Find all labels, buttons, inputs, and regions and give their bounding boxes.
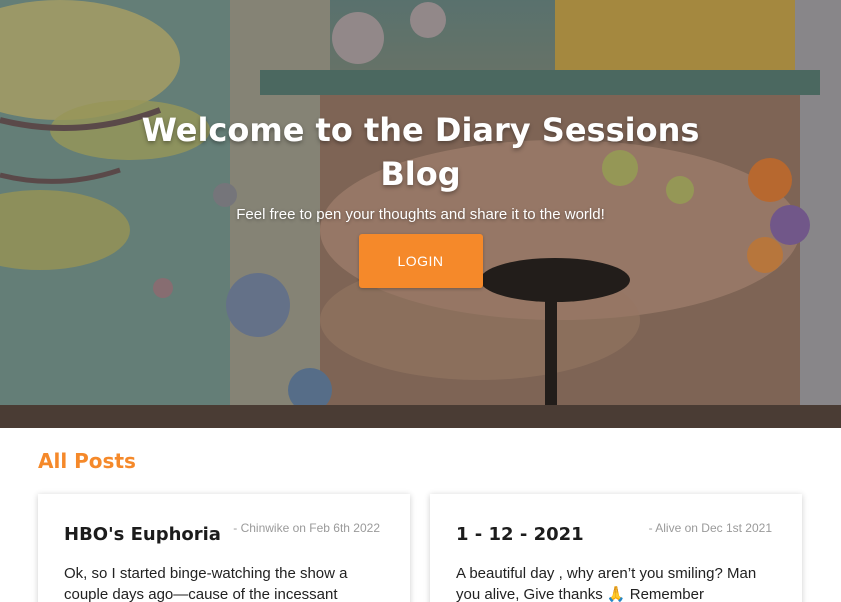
section-title: All Posts xyxy=(38,449,136,473)
hero-title: Welcome to the Diary Sessions Blog xyxy=(141,111,700,193)
posts-section: All Posts - Chinwike on Feb 6th 2022 HBO… xyxy=(0,428,841,602)
post-excerpt: A beautiful day , why aren’t you smiling… xyxy=(456,565,757,602)
hero-subtitle: Feel free to pen your thoughts and share… xyxy=(236,206,605,223)
post-meta: - Chinwike on Feb 6th 2022 xyxy=(233,521,380,535)
post-meta: - Alive on Dec 1st 2021 xyxy=(648,521,772,535)
post-list: - Chinwike on Feb 6th 2022 HBO's Euphori… xyxy=(38,494,803,602)
post-card[interactable]: - Chinwike on Feb 6th 2022 HBO's Euphori… xyxy=(38,494,410,602)
login-button[interactable]: LOGIN xyxy=(358,234,483,288)
post-card[interactable]: - Alive on Dec 1st 2021 1 - 12 - 2021 A … xyxy=(430,494,802,602)
post-excerpt: Ok, so I started binge-watching the show… xyxy=(64,565,348,602)
hero-content: Welcome to the Diary Sessions Blog Feel … xyxy=(0,108,841,288)
hero-banner: Welcome to the Diary Sessions Blog Feel … xyxy=(0,0,841,428)
